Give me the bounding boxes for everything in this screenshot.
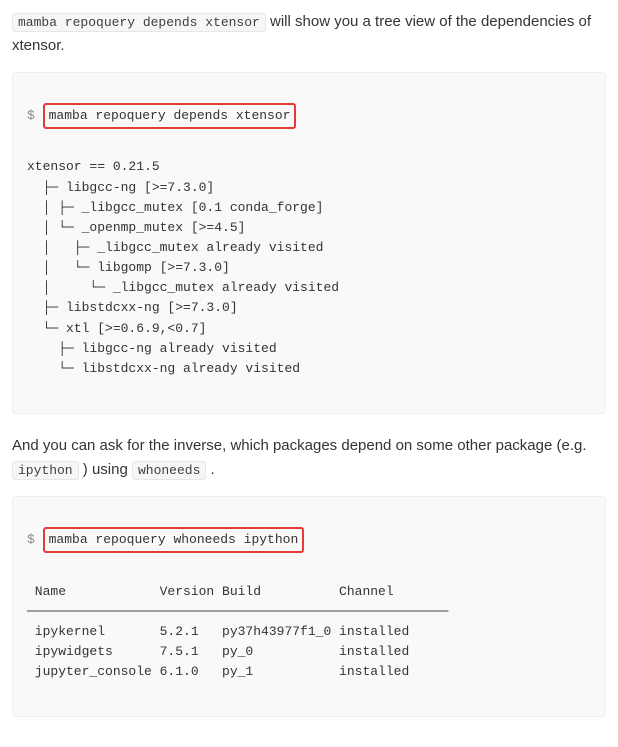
middle-text-mid: ) using: [79, 461, 132, 478]
intro-paragraph: mamba repoquery depends xtensor will sho…: [12, 10, 606, 58]
codeblock-whoneeds-body: Name Version Build Channel ─────────────…: [27, 582, 591, 683]
middle-text-after: .: [206, 461, 214, 478]
cmd-highlight-2: mamba repoquery whoneeds ipython: [43, 527, 305, 553]
codeblock-whoneeds: $ mamba repoquery whoneeds ipython Name …: [12, 496, 606, 717]
middle-paragraph: And you can ask for the inverse, which p…: [12, 434, 606, 482]
intro-code: mamba repoquery depends xtensor: [12, 13, 266, 32]
prompt-1: $: [27, 108, 35, 123]
codeblock-depends-body: xtensor == 0.21.5 ├─ libgcc-ng [>=7.3.0]…: [27, 157, 591, 379]
middle-code-ipython: ipython: [12, 461, 79, 480]
prompt-2: $: [27, 532, 35, 547]
cmd-line-2: $ mamba repoquery whoneeds ipython: [27, 527, 591, 553]
middle-code-whoneeds: whoneeds: [132, 461, 206, 480]
cmd-highlight-1: mamba repoquery depends xtensor: [43, 103, 297, 129]
middle-text-before: And you can ask for the inverse, which p…: [12, 437, 587, 454]
cmd-line-1: $ mamba repoquery depends xtensor: [27, 103, 591, 129]
codeblock-depends: $ mamba repoquery depends xtensor xtenso…: [12, 72, 606, 414]
